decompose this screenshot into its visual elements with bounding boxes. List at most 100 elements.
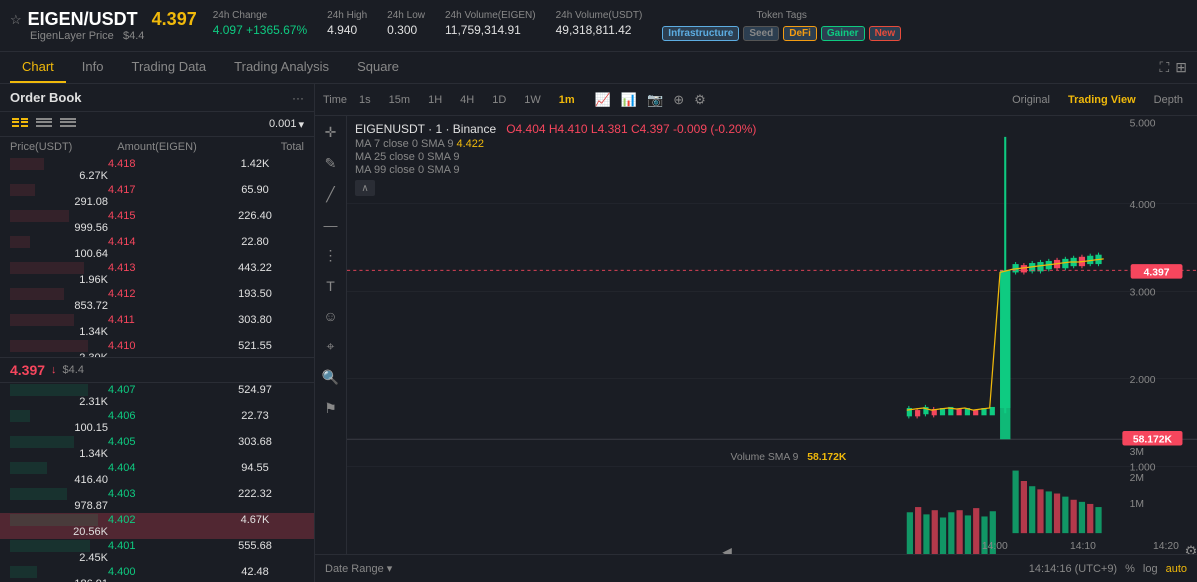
time-btn-1m[interactable]: 1m [553,92,581,108]
chart-main: EIGENUSDT · 1 · Binance O4.404 H4.410 L4… [347,116,1197,554]
svg-text:1M: 1M [1130,499,1144,510]
svg-text:1.000: 1.000 [1130,463,1156,474]
tool-fibonaccci[interactable]: ⋮ [324,247,338,264]
tool-emoji[interactable]: ☺ [323,308,337,324]
collapse-overlay-button[interactable]: ∧ [355,180,375,196]
chart-icon-linechart[interactable]: 📈 [593,90,613,110]
time-btn-1w[interactable]: 1W [518,92,547,108]
ob-view-buy[interactable] [58,116,78,132]
svg-text:2.000: 2.000 [1130,375,1156,386]
ma25-line: MA 25 close 0 SMA 9 [355,151,756,163]
svg-text:⚙: ⚙ [1185,544,1197,554]
svg-text:14:10: 14:10 [1070,541,1096,552]
ob-ask-row[interactable]: 4.417 65.90 291.08 [0,183,314,209]
ob-ask-row[interactable]: 4.412 193.50 853.72 [0,287,314,313]
stat-24h-change: 24h Change 4.097 +1365.67% [213,10,307,37]
ob-toolbar: 0.001 ▾ [0,112,314,137]
ob-bid-row[interactable]: 4.402 4.67K 20.56K [0,513,314,539]
ob-bid-row[interactable]: 4.405 303.68 1.34K [0,435,314,461]
ob-ask-row[interactable]: 4.411 303.80 1.34K [0,313,314,339]
ob-view-both[interactable] [10,116,30,132]
tool-text[interactable]: T [326,278,335,294]
time-btn-1s[interactable]: 1s [353,92,377,108]
chart-icon-candlestick[interactable]: 📊 [619,90,639,110]
view-btn-tradingview[interactable]: Trading View [1062,92,1142,108]
time-btn-4h[interactable]: 4H [454,92,480,108]
tool-zoomin[interactable]: 🔍 [322,369,339,386]
fullscreen-icon[interactable]: ⛶ [1159,59,1169,76]
stat-24h-low: 24h Low 0.300 [387,10,425,37]
ob-ask-row[interactable]: 4.414 22.80 100.64 [0,235,314,261]
bottom-bar: Date Range ▾ 14:14:16 (UTC+9) % log auto [315,554,1197,582]
stat-vol-usdt: 24h Volume(USDT) 49,318,811.42 [556,10,643,37]
ob-options-button[interactable]: ··· [292,91,304,105]
tab-square[interactable]: Square [345,52,411,83]
svg-text:14:20: 14:20 [1153,541,1179,552]
ob-bid-row[interactable]: 4.400 42.48 186.91 [0,565,314,582]
tag-gainer[interactable]: Gainer [821,26,865,41]
tool-trendline[interactable]: ╱ [326,186,334,203]
star-icon[interactable]: ☆ [10,12,22,28]
ob-bid-row[interactable]: 4.407 524.97 2.31K [0,383,314,409]
log-button[interactable]: log [1143,563,1158,575]
tab-trading-analysis[interactable]: Trading Analysis [222,52,341,83]
chart-tool-icons: 📈 📊 📷 ⊕ ⚙ [593,90,708,110]
tool-measure[interactable]: ⌖ [327,338,335,355]
ob-view-icons [10,116,78,132]
tab-chart[interactable]: Chart [10,52,66,83]
svg-text:2M: 2M [1130,473,1144,484]
tool-crosshair[interactable]: ✛ [325,124,337,141]
ob-view-sell[interactable] [34,116,54,132]
auto-button[interactable]: auto [1166,563,1187,575]
time-label: Time [323,94,347,106]
view-btn-original[interactable]: Original [1006,92,1056,108]
symbol-name: EIGEN/USDT [28,9,138,30]
main-layout: Order Book ··· [0,84,1197,582]
tool-pencil[interactable]: ✎ [325,155,337,172]
percent-button[interactable]: % [1125,563,1135,575]
chart-icon-settings[interactable]: ⚙ [692,90,708,110]
time-btn-1h[interactable]: 1H [422,92,448,108]
ob-precision-selector[interactable]: 0.001 ▾ [269,118,304,131]
symbol-section: ☆ EIGEN/USDT 4.397 EigenLayer Price $4.4 [10,9,197,42]
ob-bid-row[interactable]: 4.403 222.32 978.87 [0,487,314,513]
chart-icon-camera[interactable]: 📷 [645,90,665,110]
ob-ask-row[interactable]: 4.415 226.40 999.56 [0,209,314,235]
tag-infrastructure[interactable]: Infrastructure [662,26,739,41]
tag-seed[interactable]: Seed [743,26,779,41]
tags-row: Infrastructure Seed DeFi Gainer New [662,26,901,41]
svg-text:58.172K: 58.172K [807,452,847,463]
ob-title: Order Book [10,90,82,105]
tool-flag[interactable]: ⚑ [324,400,337,417]
chart-icon-plus[interactable]: ⊕ [671,90,686,110]
ob-ask-row[interactable]: 4.418 1.42K 6.27K [0,157,314,183]
ob-bid-rows: 4.407 524.97 2.31K 4.406 22.73 100.15 4.… [0,383,314,582]
grid-icon[interactable]: ⊞ [1175,59,1187,76]
ob-ask-row[interactable]: 4.410 521.55 2.30K [0,339,314,357]
ob-bid-row[interactable]: 4.404 94.55 416.40 [0,461,314,487]
date-range-button[interactable]: Date Range ▾ [325,562,392,575]
tag-defi[interactable]: DeFi [783,26,817,41]
ob-bid-row[interactable]: 4.401 555.68 2.45K [0,539,314,565]
ma7-line: MA 7 close 0 SMA 9 4.422 [355,138,756,150]
ob-header: Order Book ··· [0,84,314,112]
ob-ask-row[interactable]: 4.413 443.22 1.96K [0,261,314,287]
tab-info[interactable]: Info [70,52,116,83]
stats-section: 24h Change 4.097 +1365.67% 24h High 4.94… [213,10,1187,41]
time-btn-1d[interactable]: 1D [486,92,512,108]
chart-area: Time 1s 15m 1H 4H 1D 1W 1m 📈 📊 📷 ⊕ ⚙ Ori… [315,84,1197,582]
time-btn-15m[interactable]: 15m [383,92,416,108]
chart-content: ✛ ✎ ╱ — ⋮ T ☺ ⌖ 🔍 ⚑ EIGENUSDT · 1 · Bina… [315,116,1197,554]
ob-column-headers: Price(USDT) Amount(EIGEN) Total [0,137,314,157]
tab-trading-data[interactable]: Trading Data [119,52,218,83]
svg-text:Volume SMA 9: Volume SMA 9 [731,452,799,463]
view-btn-depth[interactable]: Depth [1148,92,1189,108]
token-tags-section: Token Tags Infrastructure Seed DeFi Gain… [662,10,901,41]
tool-horizontal[interactable]: — [324,217,338,233]
svg-text:3M: 3M [1130,447,1144,458]
stat-24h-high: 24h High 4.940 [327,10,367,37]
chart-view-buttons: Original Trading View Depth [1006,92,1189,108]
tag-new[interactable]: New [869,26,902,41]
ob-bid-row[interactable]: 4.406 22.73 100.15 [0,409,314,435]
symbol-sub-label: EigenLayer Price $4.4 [30,30,197,42]
